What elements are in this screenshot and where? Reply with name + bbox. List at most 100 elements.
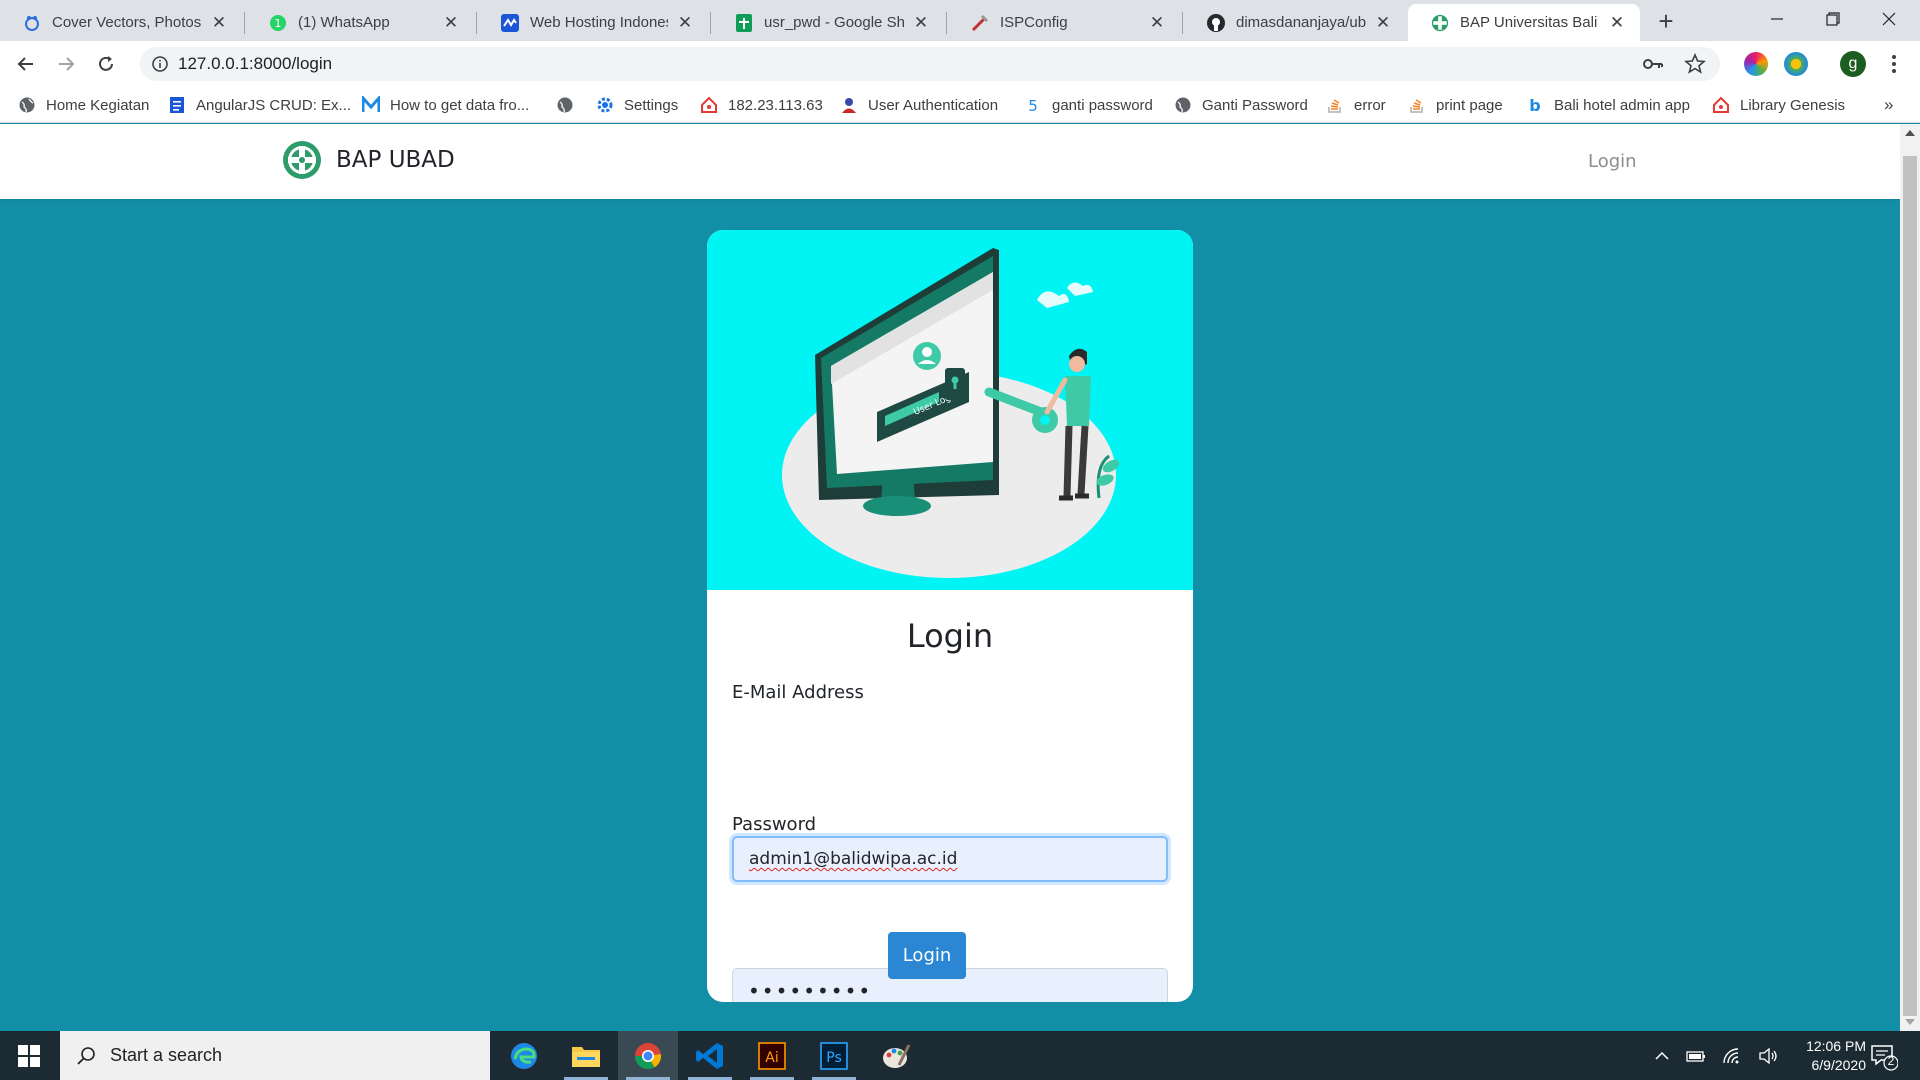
forward-button[interactable] — [52, 50, 80, 78]
tab-google-sheets[interactable]: usr_pwd - Google Shee ✕ — [712, 4, 944, 41]
extension-icon[interactable] — [1784, 52, 1808, 76]
browser-menu-icon[interactable] — [1884, 51, 1904, 77]
page-scrollbar[interactable] — [1900, 124, 1920, 1031]
close-tab-icon[interactable]: ✕ — [1608, 13, 1626, 32]
bap-logo-icon — [1430, 13, 1450, 33]
brand-name: BAP UBAD — [336, 147, 455, 173]
new-tab-button[interactable]: + — [1652, 8, 1680, 36]
freepik-icon — [22, 13, 42, 33]
close-tab-icon[interactable]: ✕ — [676, 13, 694, 32]
svg-text:5: 5 — [1028, 97, 1038, 114]
login-submit-button[interactable]: Login — [888, 932, 966, 979]
reload-button[interactable] — [92, 50, 120, 78]
close-tab-icon[interactable]: ✕ — [1374, 13, 1392, 32]
close-window-button[interactable] — [1864, 0, 1914, 38]
close-tab-icon[interactable]: ✕ — [442, 13, 460, 32]
svg-text:Ai: Ai — [765, 1050, 778, 1066]
bookmark-print-page[interactable]: print page — [1408, 94, 1503, 116]
browser-toolbar: 127.0.0.1:8000/login g — [0, 41, 1920, 87]
taskbar-search-box[interactable]: Start a search — [60, 1031, 490, 1080]
bookmark-label: Home Kegiatan — [46, 96, 150, 114]
minimize-button[interactable] — [1752, 0, 1802, 38]
profile-avatar[interactable]: g — [1840, 51, 1866, 77]
bookmark-ip-address[interactable]: 182.23.113.63 — [700, 94, 823, 116]
taskbar-paint[interactable] — [866, 1031, 926, 1080]
bookmark-home-kegiatan[interactable]: Home Kegiatan — [18, 94, 149, 116]
battery-icon[interactable] — [1686, 1048, 1706, 1064]
bookmark-star-icon[interactable] — [1684, 53, 1706, 75]
close-tab-icon[interactable]: ✕ — [1148, 13, 1166, 32]
tab-title: ISPConfig — [1000, 14, 1068, 31]
tab-ispconfig[interactable]: ISPConfig ✕ — [948, 4, 1180, 41]
paint-icon — [883, 1043, 911, 1068]
email-field[interactable]: admin1@balidwipa.ac.id — [732, 836, 1168, 882]
bookmark-label: How to get data fro... — [390, 96, 530, 114]
tab-title: Web Hosting Indonesia — [530, 14, 668, 31]
bookmark-library-genesis[interactable]: Library Genesis — [1712, 94, 1845, 116]
taskbar-clock[interactable]: 12:06 PM 6/9/2020 — [1766, 1037, 1866, 1075]
scroll-down-icon[interactable] — [1905, 1019, 1915, 1025]
bookmark-settings[interactable]: Settings — [596, 94, 678, 116]
taskbar-photoshop[interactable]: Ps — [804, 1031, 864, 1080]
bookmark-angularjs-crud[interactable]: AngularJS CRUD: Ex... — [168, 94, 351, 116]
close-tab-icon[interactable]: ✕ — [912, 13, 930, 32]
bookmark-ganti-password-1[interactable]: 5 ganti password — [1024, 94, 1153, 116]
tab-web-hosting[interactable]: Web Hosting Indonesia ✕ — [478, 4, 708, 41]
nav-login-link[interactable]: Login — [1588, 151, 1637, 172]
email-value: admin1@balidwipa.ac.id — [749, 849, 958, 869]
address-bar[interactable]: 127.0.0.1:8000/login — [140, 47, 1720, 81]
bookmark-how-to-get-data[interactable]: How to get data fro... — [362, 94, 529, 116]
bookmark-label: Ganti Password — [1202, 96, 1308, 114]
back-button[interactable] — [12, 50, 40, 78]
notification-count: 2 — [1887, 1054, 1895, 1068]
github-icon — [1206, 13, 1226, 33]
brand-link[interactable]: BAP UBAD — [282, 140, 455, 180]
taskbar-search-placeholder: Start a search — [110, 1045, 223, 1065]
key-icon[interactable] — [1642, 54, 1664, 74]
bookmark-error[interactable]: error — [1326, 94, 1386, 116]
close-window-icon — [1882, 12, 1896, 26]
taskbar-chrome[interactable] — [618, 1031, 678, 1080]
taskbar-edge[interactable] — [494, 1031, 554, 1080]
tab-whatsapp[interactable]: 1 (1) WhatsApp ✕ — [246, 4, 474, 41]
forward-arrow-icon — [59, 57, 75, 71]
bookmark-globe[interactable] — [556, 94, 584, 116]
gear-icon — [596, 96, 614, 114]
tab-freepik[interactable]: Cover Vectors, Photos a ✕ — [0, 4, 242, 41]
tab-title: usr_pwd - Google Shee — [764, 14, 904, 31]
globe-icon — [18, 96, 36, 114]
bookmark-label: ganti password — [1052, 96, 1153, 114]
close-tab-icon[interactable]: ✕ — [210, 13, 228, 32]
bookmark-user-authentication[interactable]: User Authentication — [840, 94, 998, 116]
clock-time: 12:06 PM — [1806, 1038, 1866, 1054]
stackoverflow-icon — [1326, 96, 1344, 114]
start-button[interactable] — [0, 1031, 58, 1080]
page-viewport: BAP UBAD Login User Login Login E-Mail A… — [0, 124, 1900, 1031]
tab-github[interactable]: dimasdananjaya/ubad- ✕ — [1184, 4, 1406, 41]
bookmark-bali-hotel-admin[interactable]: b Bali hotel admin app — [1526, 94, 1690, 116]
chevron-up-icon[interactable] — [1654, 1048, 1670, 1064]
taskbar-illustrator[interactable]: Ai — [742, 1031, 802, 1080]
restore-button[interactable] — [1808, 0, 1858, 38]
windows-taskbar: Start a search Ai Ps 12:06 PM 6/9/2020 2 — [0, 1031, 1920, 1080]
taskbar-file-explorer[interactable] — [556, 1031, 616, 1080]
document-icon — [168, 96, 186, 114]
scroll-up-icon[interactable] — [1905, 130, 1915, 136]
tab-bap-ubad[interactable]: BAP Universitas Bali Dw ✕ — [1408, 4, 1640, 41]
ispconfig-icon — [970, 13, 990, 33]
whatsapp-icon: 1 — [268, 13, 288, 33]
scroll-thumb[interactable] — [1903, 156, 1917, 1016]
taskbar-vscode[interactable] — [680, 1031, 740, 1080]
google-sheets-icon — [734, 13, 754, 33]
reload-icon — [99, 56, 113, 71]
wifi-icon[interactable] — [1722, 1047, 1742, 1065]
color-picker-extension-icon[interactable] — [1744, 52, 1768, 76]
medium-icon — [362, 96, 380, 114]
tab-title: Cover Vectors, Photos a — [52, 14, 202, 31]
info-icon[interactable] — [150, 54, 170, 74]
restore-icon — [1826, 12, 1840, 26]
bookmark-ganti-password-2[interactable]: Ganti Password — [1174, 94, 1308, 116]
action-center-button[interactable]: 2 — [1868, 1041, 1899, 1071]
browser-tab-strip: Cover Vectors, Photos a ✕ 1 (1) WhatsApp… — [0, 0, 1920, 41]
bookmarks-overflow-button[interactable]: » — [1884, 95, 1893, 115]
